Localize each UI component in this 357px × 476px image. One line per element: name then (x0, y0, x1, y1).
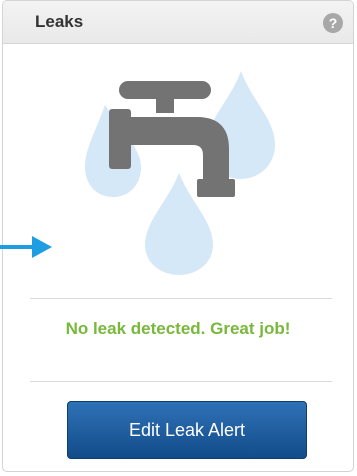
widget-title: Leaks (35, 12, 84, 31)
widget-header: Leaks ? (3, 1, 353, 44)
leak-status-message: No leak detected. Great job! (65, 319, 291, 338)
question-mark-icon[interactable]: ? (323, 13, 343, 33)
faucet-icon (85, 71, 275, 275)
edit-leak-alert-button[interactable]: Edit Leak Alert (67, 401, 307, 459)
right-arrow-icon (0, 236, 52, 258)
divider (30, 381, 332, 382)
leaks-widget: Leaks ? No leak detected. Great job! Edi… (2, 0, 354, 472)
divider (30, 298, 332, 299)
